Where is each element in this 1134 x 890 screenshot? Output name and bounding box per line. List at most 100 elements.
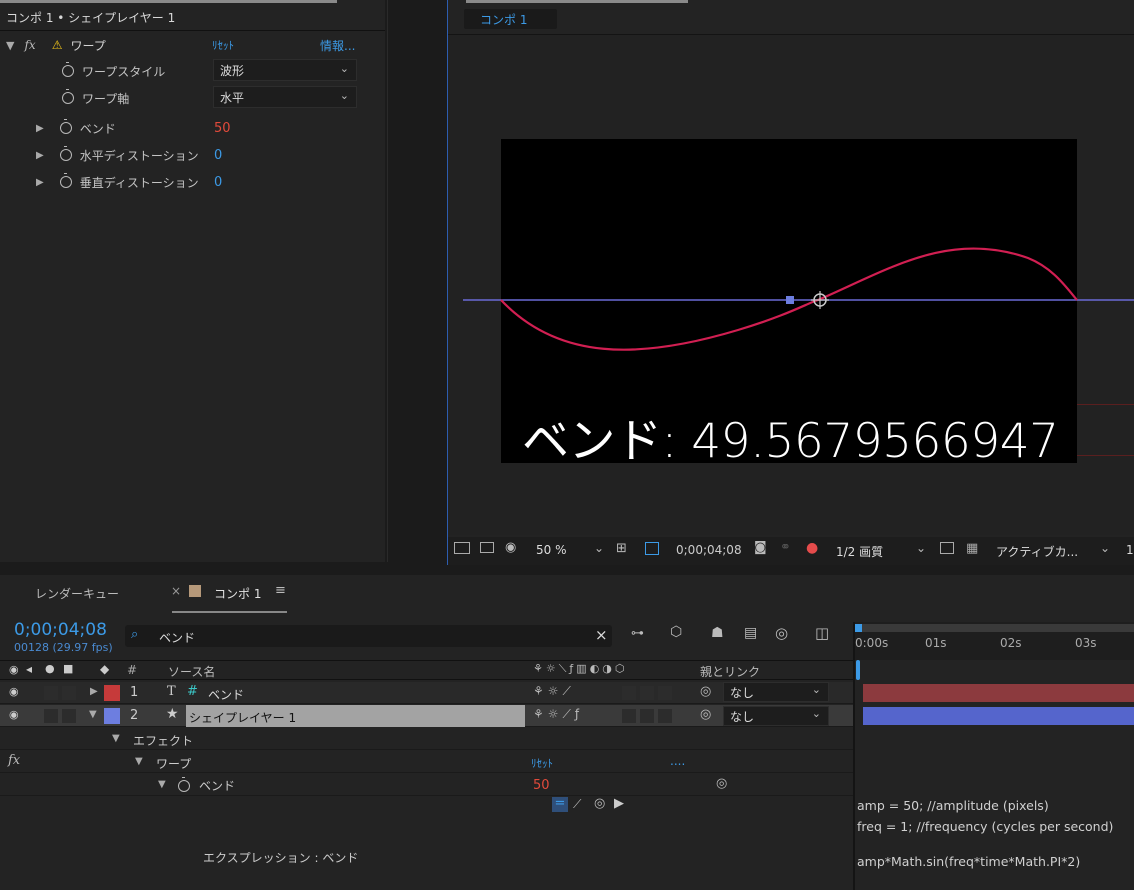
- switch-box[interactable]: [640, 686, 654, 700]
- visibility-eye-icon[interactable]: ◉: [9, 685, 19, 698]
- layer-name[interactable]: ベンド: [208, 686, 244, 703]
- lock-icon[interactable]: ■: [63, 662, 73, 675]
- expression-graph-icon[interactable]: ⟋: [573, 797, 581, 812]
- stopwatch-icon[interactable]: [62, 89, 74, 104]
- panel-menu-icon[interactable]: ≡: [275, 583, 286, 598]
- collapse-triangle-icon[interactable]: ▼: [158, 779, 166, 790]
- eye-icon[interactable]: ◉: [9, 663, 19, 676]
- shy-layers-icon[interactable]: ☗: [711, 625, 724, 641]
- camera-dropdown[interactable]: アクティブカ...: [996, 543, 1078, 560]
- solo-switch[interactable]: [44, 686, 58, 700]
- parent-dropdown[interactable]: なし ⌄: [723, 706, 829, 726]
- expand-triangle-icon[interactable]: ▶: [90, 686, 98, 697]
- pick-whip-icon[interactable]: ◎: [700, 684, 711, 699]
- expression-pick-whip-icon[interactable]: ◎: [594, 796, 605, 811]
- switch-box[interactable]: [658, 709, 672, 723]
- collapse-triangle-icon[interactable]: ▼: [135, 756, 143, 767]
- lock-switch[interactable]: [62, 686, 76, 700]
- switch-box[interactable]: [622, 709, 636, 723]
- region-of-interest-icon[interactable]: [645, 542, 659, 555]
- visibility-eye-icon[interactable]: ◉: [9, 708, 19, 721]
- monitor-icon[interactable]: [480, 542, 494, 553]
- expression-editor[interactable]: amp = 50; //amplitude (pixels) freq = 1;…: [855, 796, 1134, 890]
- expand-triangle-icon[interactable]: ▶: [36, 150, 44, 161]
- stopwatch-icon[interactable]: [59, 173, 72, 188]
- horizontal-distortion-value[interactable]: 0: [214, 148, 222, 163]
- switch-box[interactable]: [640, 709, 654, 723]
- show-snapshot-icon[interactable]: ⚭: [780, 540, 791, 555]
- label-color-swatch[interactable]: [104, 708, 120, 724]
- zoom-dropdown[interactable]: 50 %: [536, 543, 567, 557]
- stopwatch-icon[interactable]: [62, 62, 74, 77]
- mask-icon[interactable]: ◉: [505, 540, 516, 555]
- switch-box[interactable]: [622, 686, 636, 700]
- expand-triangle-icon[interactable]: ▶: [36, 123, 44, 134]
- lock-switch[interactable]: [62, 709, 76, 723]
- motion-blur-icon[interactable]: ◎: [775, 624, 788, 642]
- bend-value[interactable]: 50: [214, 121, 231, 136]
- layer-switches-icon[interactable]: ⚘☼⟋ƒ: [533, 707, 583, 722]
- anchor-point-icon[interactable]: [811, 291, 829, 309]
- clear-search-icon[interactable]: ×: [595, 626, 608, 644]
- collapse-triangle-icon[interactable]: ▼: [6, 39, 14, 52]
- fx-icon[interactable]: fx: [24, 38, 35, 52]
- pick-whip-icon[interactable]: ◎: [716, 776, 727, 791]
- tab-comp[interactable]: コンポ 1: [214, 585, 261, 602]
- grid-guides-icon[interactable]: ⊞: [616, 541, 627, 556]
- layer-switches-icon[interactable]: ⚘☼⟋: [533, 684, 575, 699]
- collapse-triangle-icon[interactable]: ▼: [89, 709, 97, 720]
- layer-name-highlight[interactable]: シェイプレイヤー 1: [186, 705, 525, 727]
- label-tag-icon[interactable]: ◆: [100, 662, 109, 676]
- tab-render-queue[interactable]: レンダーキュー: [35, 585, 119, 602]
- draft-3d-icon[interactable]: ⬡: [670, 624, 682, 640]
- col-source-name[interactable]: ソース名: [168, 663, 215, 680]
- parent-dropdown[interactable]: なし ⌄: [723, 682, 829, 702]
- expand-triangle-icon[interactable]: ▶: [36, 177, 44, 188]
- warp-style-dropdown[interactable]: 波形 ⌄: [213, 59, 357, 81]
- views-dropdown[interactable]: 1: [1126, 543, 1134, 557]
- snapshot-icon[interactable]: ◙: [754, 540, 767, 555]
- reset-link[interactable]: ﾘｾｯﾄ: [531, 755, 553, 771]
- pick-whip-icon[interactable]: ◎: [700, 707, 711, 722]
- solo-icon[interactable]: ●: [45, 662, 55, 675]
- effect-header-warp[interactable]: ▼ fx ⚠ ワープ ﾘｾｯﾄ 情報...: [6, 34, 366, 56]
- label-color-swatch[interactable]: [104, 685, 120, 701]
- graph-editor-icon[interactable]: ◫: [815, 624, 829, 642]
- stopwatch-icon[interactable]: [59, 146, 72, 161]
- fx-icon[interactable]: fx: [8, 753, 20, 768]
- time-ruler[interactable]: 0:00s 01s 02s 03s: [855, 622, 1134, 660]
- collapse-triangle-icon[interactable]: ▼: [112, 733, 120, 744]
- color-channels-icon[interactable]: ●: [806, 540, 818, 556]
- layer-row-2[interactable]: ◉ ▼ 2 ★ シェイプレイヤー 1 ⚘☼⟋ƒ ◎ なし ⌄: [0, 705, 853, 727]
- audio-icon[interactable]: ◂: [26, 662, 32, 676]
- comp-flowchart-icon[interactable]: ⊶: [631, 626, 644, 641]
- current-time-indicator[interactable]: [856, 660, 860, 680]
- solo-switch[interactable]: [44, 709, 58, 723]
- fast-preview-icon[interactable]: [940, 542, 954, 554]
- close-icon[interactable]: ×: [171, 584, 181, 598]
- always-preview-icon[interactable]: [454, 542, 470, 554]
- stopwatch-icon[interactable]: [59, 119, 72, 134]
- stopwatch-icon[interactable]: [178, 777, 190, 792]
- vertical-distortion-value[interactable]: 0: [214, 175, 222, 190]
- layer-row-1[interactable]: ◉ ▶ 1 T # ベンド ⚘☼⟋ ◎ なし ⌄: [0, 682, 853, 704]
- layer-2-duration-bar[interactable]: [863, 707, 1134, 725]
- viewer-timecode[interactable]: 0;00;04;08: [676, 543, 742, 557]
- search-field[interactable]: ⌕ ベンド ×: [125, 625, 612, 647]
- options-link[interactable]: ....: [670, 754, 685, 768]
- layer-1-duration-bar[interactable]: [863, 684, 1134, 702]
- resolution-dropdown[interactable]: 1/2 画質: [836, 543, 883, 560]
- warp-axis-dropdown[interactable]: 水平 ⌄: [213, 86, 357, 108]
- frame-blending-icon[interactable]: ▤: [744, 625, 757, 641]
- current-time-display[interactable]: 0;00;04;08: [14, 620, 107, 640]
- expression-language-menu-icon[interactable]: ▶: [614, 796, 624, 811]
- info-link[interactable]: 情報...: [320, 37, 355, 54]
- reset-link[interactable]: ﾘｾｯﾄ: [212, 37, 234, 53]
- switch-box[interactable]: [658, 686, 672, 700]
- path-vertex-handle[interactable]: [786, 296, 794, 304]
- warp-effect-row: fx ▼ ワープ ﾘｾｯﾄ ....: [0, 751, 853, 773]
- bend-value[interactable]: 50: [533, 778, 550, 793]
- transparency-grid-icon[interactable]: ▦: [966, 541, 978, 556]
- work-area-start-handle[interactable]: [855, 624, 862, 632]
- expression-enable-icon[interactable]: =: [552, 797, 568, 812]
